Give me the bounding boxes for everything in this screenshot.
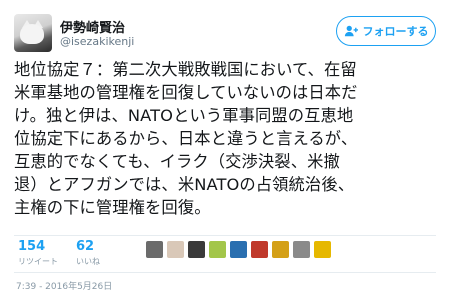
- liker-avatar[interactable]: [188, 241, 205, 258]
- user-name[interactable]: 伊勢崎賢治: [60, 17, 125, 36]
- follow-button[interactable]: フォローする: [336, 16, 436, 46]
- retweet-stat[interactable]: 154 リツイート: [18, 239, 58, 267]
- user-handle[interactable]: @isezakikenji: [60, 35, 134, 48]
- liker-avatar[interactable]: [167, 241, 184, 258]
- liker-avatar[interactable]: [146, 241, 163, 258]
- liker-avatars: [146, 241, 331, 263]
- divider: [14, 235, 436, 236]
- like-stat[interactable]: 62 いいね: [76, 239, 100, 267]
- divider: [14, 272, 436, 273]
- add-user-icon: [344, 25, 358, 37]
- liker-avatar[interactable]: [272, 241, 289, 258]
- tweet-timestamp[interactable]: 7:39 - 2016年5月26日: [16, 279, 112, 292]
- retweet-label: リツイート: [18, 257, 58, 266]
- like-count: 62: [76, 239, 95, 254]
- liker-avatar[interactable]: [209, 241, 226, 258]
- avatar-image: [20, 24, 44, 44]
- avatar[interactable]: [14, 14, 52, 52]
- liker-avatar[interactable]: [230, 241, 247, 258]
- tweet-text: 地位協定７：第二次大戦敗戦国において、在留 米軍基地の管理権を回復していないのは…: [14, 60, 358, 217]
- follow-button-label: フォローする: [362, 25, 429, 38]
- retweet-count: 154: [18, 239, 46, 254]
- tweet-header: 伊勢崎賢治 @isezakikenji フォローする: [14, 14, 436, 54]
- like-label: いいね: [76, 257, 100, 266]
- liker-avatar[interactable]: [251, 241, 268, 258]
- liker-avatar[interactable]: [314, 241, 331, 258]
- liker-avatar[interactable]: [293, 241, 310, 258]
